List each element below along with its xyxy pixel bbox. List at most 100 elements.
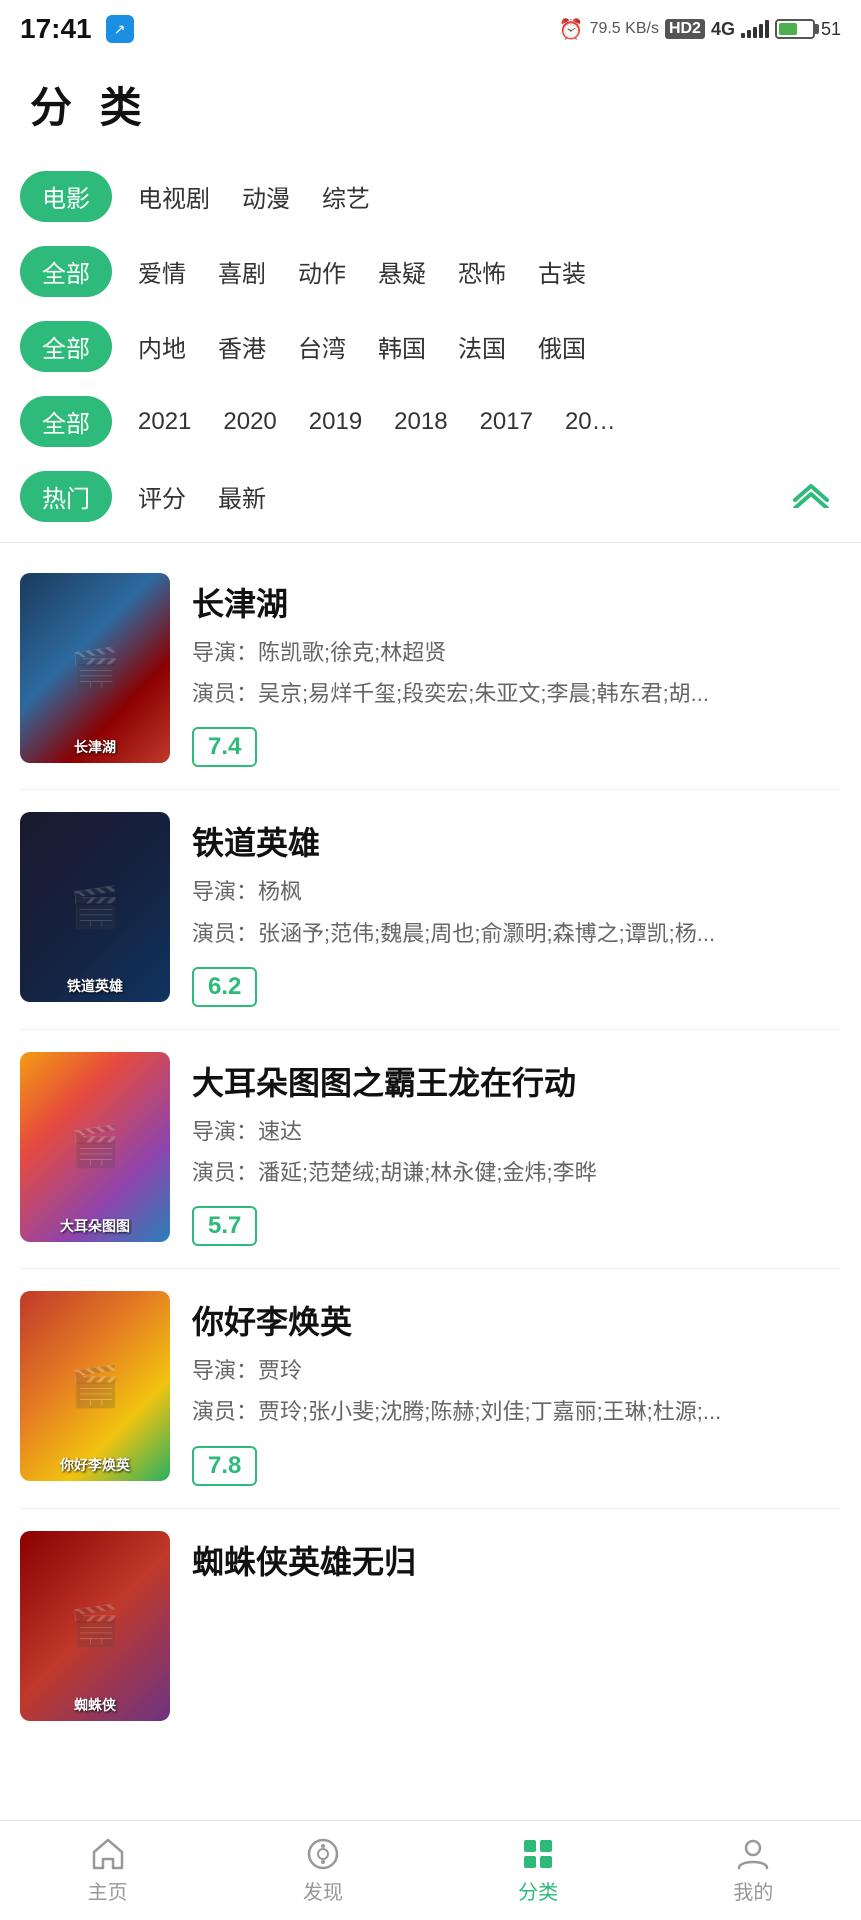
filter-tag-region-all[interactable]: 全部 [20,321,112,372]
alarm-icon: ⏰ [559,17,584,42]
status-time: 17:41 [20,13,92,45]
nav-home[interactable]: 主页 [88,1836,128,1905]
collapse-icon[interactable] [791,478,831,515]
poster-label-2: 铁道英雄 [20,976,170,996]
movie-title-4: 你好李焕英 [192,1297,841,1343]
filter-korea[interactable]: 韩国 [372,325,432,368]
nav-discover[interactable]: 发现 [303,1836,343,1905]
filter-2020[interactable]: 2020 [217,404,282,440]
filter-row-sort: 热门 评分 最新 [20,459,841,534]
movie-cast-2: 演员：张涵予;范伟;魏晨;周也;俞灏明;森博之;谭凯;杨... [192,916,841,951]
filter-more-years[interactable]: 20… [559,404,622,440]
sort-items: 热门 评分 最新 [20,471,272,522]
filter-anime[interactable]: 动漫 [236,175,296,218]
movie-cast-4: 演员：贾玲;张小斐;沈腾;陈赫;刘佳;丁嘉丽;王琳;杜源;... [192,1394,841,1429]
discover-icon [305,1836,341,1872]
filter-romance[interactable]: 爱情 [132,250,192,293]
filter-mainland[interactable]: 内地 [132,325,192,368]
movie-title-1: 长津湖 [192,579,841,625]
category-icon [520,1836,556,1872]
nav-category-label: 分类 [518,1876,558,1905]
network-speed: 79.5 KB/s [590,20,659,38]
filter-row-content-type: 电影 电视剧 动漫 综艺 [20,159,841,234]
nav-home-label: 主页 [88,1876,128,1905]
filter-2019[interactable]: 2019 [303,404,368,440]
movie-info-4: 你好李焕英 导演：贾玲 演员：贾玲;张小斐;沈腾;陈赫;刘佳;丁嘉丽;王琳;杜源… [192,1291,841,1485]
filter-newest-sort[interactable]: 最新 [212,475,272,518]
movie-item[interactable]: 🎬 铁道英雄 铁道英雄 导演：杨枫 演员：张涵予;范伟;魏晨;周也;俞灏明;森博… [20,790,841,1029]
movie-poster-1[interactable]: 🎬 长津湖 [20,573,170,763]
bottom-nav: 主页 发现 分类 我的 [0,1820,861,1920]
filter-tag-year-all[interactable]: 全部 [20,396,112,447]
poster-label-5: 蜘蛛侠 [20,1695,170,1715]
status-bar: 17:41 ↗ ⏰ 79.5 KB/s HD2 4G 51 [0,0,861,54]
poster-label-4: 你好李焕英 [20,1455,170,1475]
filter-mystery[interactable]: 悬疑 [372,250,432,293]
movie-title-3: 大耳朵图图之霸王龙在行动 [192,1058,841,1104]
nav-category[interactable]: 分类 [518,1836,558,1905]
filter-2021[interactable]: 2021 [132,404,197,440]
filter-france[interactable]: 法国 [452,325,512,368]
movie-item[interactable]: 🎬 大耳朵图图 大耳朵图图之霸王龙在行动 导演：速达 演员：潘延;范楚绒;胡谦;… [20,1030,841,1269]
filter-tag-hot[interactable]: 热门 [20,471,112,522]
filter-tag-genre-all[interactable]: 全部 [20,246,112,297]
movie-poster-2[interactable]: 🎬 铁道英雄 [20,812,170,1002]
filter-action[interactable]: 动作 [292,250,352,293]
filter-row-year: 全部 2021 2020 2019 2018 2017 20… [20,384,841,459]
filter-taiwan[interactable]: 台湾 [292,325,352,368]
movie-poster-4[interactable]: 🎬 你好李焕英 [20,1291,170,1481]
section-divider [0,542,861,543]
movie-info-1: 长津湖 导演：陈凯歌;徐克;林超贤 演员：吴京;易烊千玺;段奕宏;朱亚文;李晨;… [192,573,841,767]
filter-tvshow[interactable]: 电视剧 [132,175,216,218]
filter-2017[interactable]: 2017 [474,404,539,440]
movie-director-3: 导演：速达 [192,1114,841,1149]
movie-director-2: 导演：杨枫 [192,874,841,909]
home-icon [90,1836,126,1872]
poster-label-1: 长津湖 [20,737,170,757]
nav-profile[interactable]: 我的 [733,1836,773,1905]
status-app-icon: ↗ [106,15,134,43]
movie-info-2: 铁道英雄 导演：杨枫 演员：张涵予;范伟;魏晨;周也;俞灏明;森博之;谭凯;杨.… [192,812,841,1006]
movie-cast-1: 演员：吴京;易烊千玺;段奕宏;朱亚文;李晨;韩东君;胡... [192,676,841,711]
movie-title-5: 蜘蛛侠英雄无归 [192,1537,841,1583]
movie-poster-3[interactable]: 🎬 大耳朵图图 [20,1052,170,1242]
nav-discover-label: 发现 [303,1876,343,1905]
page-title: 分 类 [0,54,861,159]
filter-rating-sort[interactable]: 评分 [132,475,192,518]
movie-item[interactable]: 🎬 长津湖 长津湖 导演：陈凯歌;徐克;林超贤 演员：吴京;易烊千玺;段奕宏;朱… [20,551,841,790]
movie-rating-1: 7.4 [192,727,257,767]
poster-label-3: 大耳朵图图 [20,1216,170,1236]
movie-director-1: 导演：陈凯歌;徐克;林超贤 [192,635,841,670]
filter-section: 电影 电视剧 动漫 综艺 全部 爱情 喜剧 动作 悬疑 恐怖 古装 全部 内地 … [0,159,861,534]
filter-variety[interactable]: 综艺 [316,175,376,218]
movie-cast-3: 演员：潘延;范楚绒;胡谦;林永健;金炜;李晔 [192,1155,841,1190]
movie-rating-4: 7.8 [192,1446,257,1486]
filter-2018[interactable]: 2018 [388,404,453,440]
filter-horror[interactable]: 恐怖 [452,250,512,293]
filter-russia[interactable]: 俄国 [532,325,592,368]
movie-item[interactable]: 🎬 蜘蛛侠 蜘蛛侠英雄无归 [20,1509,841,1743]
movie-rating-3: 5.7 [192,1206,257,1246]
movie-poster-5[interactable]: 🎬 蜘蛛侠 [20,1531,170,1721]
movie-list: 🎬 长津湖 长津湖 导演：陈凯歌;徐克;林超贤 演员：吴京;易烊千玺;段奕宏;朱… [0,551,861,1743]
hd2-icon: HD2 [665,19,705,39]
profile-icon [735,1836,771,1872]
movie-item[interactable]: 🎬 你好李焕英 你好李焕英 导演：贾玲 演员：贾玲;张小斐;沈腾;陈赫;刘佳;丁… [20,1269,841,1508]
movie-title-2: 铁道英雄 [192,818,841,864]
filter-row-genre: 全部 爱情 喜剧 动作 悬疑 恐怖 古装 [20,234,841,309]
movie-info-3: 大耳朵图图之霸王龙在行动 导演：速达 演员：潘延;范楚绒;胡谦;林永健;金炜;李… [192,1052,841,1246]
filter-comedy[interactable]: 喜剧 [212,250,272,293]
movie-rating-2: 6.2 [192,967,257,1007]
movie-info-5: 蜘蛛侠英雄无归 [192,1531,841,1593]
filter-costume[interactable]: 古装 [532,250,592,293]
status-icons: ⏰ 79.5 KB/s HD2 4G 51 [559,17,841,42]
nav-profile-label: 我的 [733,1876,773,1905]
signal-bars [741,20,769,38]
filter-row-region: 全部 内地 香港 台湾 韩国 法国 俄国 [20,309,841,384]
battery-indicator [775,19,815,39]
movie-director-4: 导演：贾玲 [192,1353,841,1388]
filter-tag-movie[interactable]: 电影 [20,171,112,222]
filter-hongkong[interactable]: 香港 [212,325,272,368]
network-type: 4G [711,19,735,40]
battery-percent: 51 [821,19,841,40]
